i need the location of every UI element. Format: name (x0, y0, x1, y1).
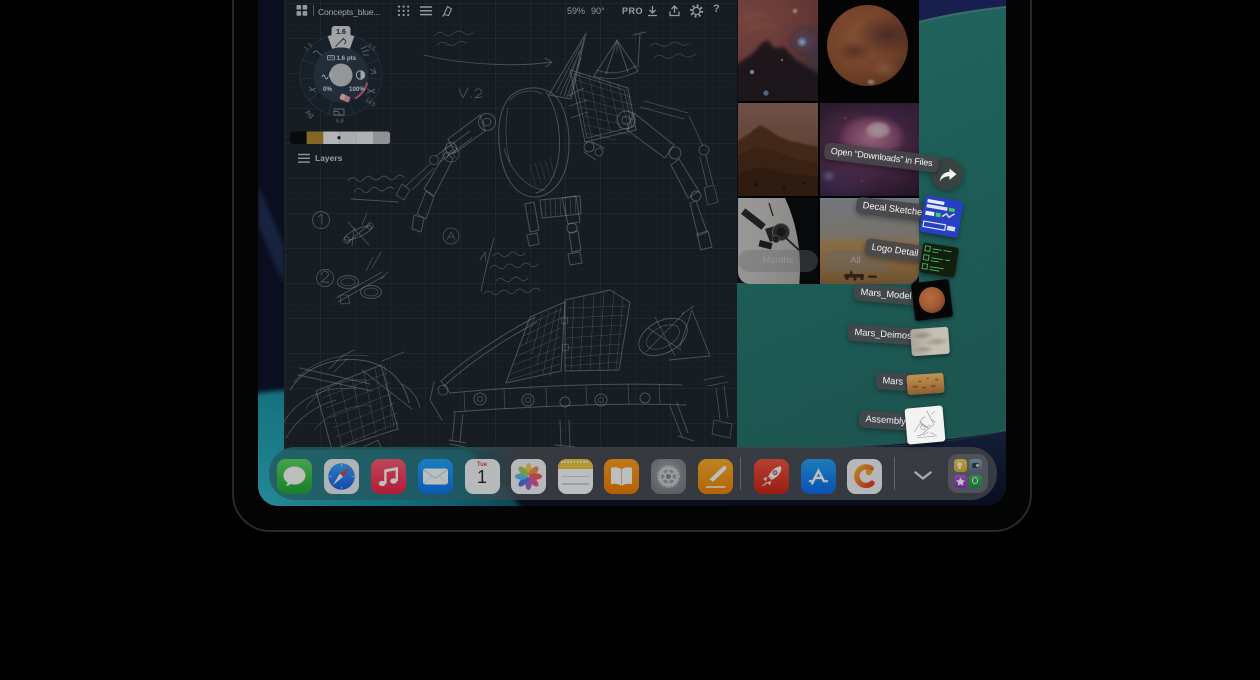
svg-text:6.8: 6.8 (336, 119, 344, 125)
svg-text:100%: 100% (349, 86, 365, 93)
svg-text:1.6: 1.6 (336, 29, 346, 36)
svg-text:Ag: Ag (304, 109, 315, 120)
svg-text:0%: 0% (323, 86, 332, 93)
svg-text:1.6 pts: 1.6 pts (337, 55, 357, 62)
